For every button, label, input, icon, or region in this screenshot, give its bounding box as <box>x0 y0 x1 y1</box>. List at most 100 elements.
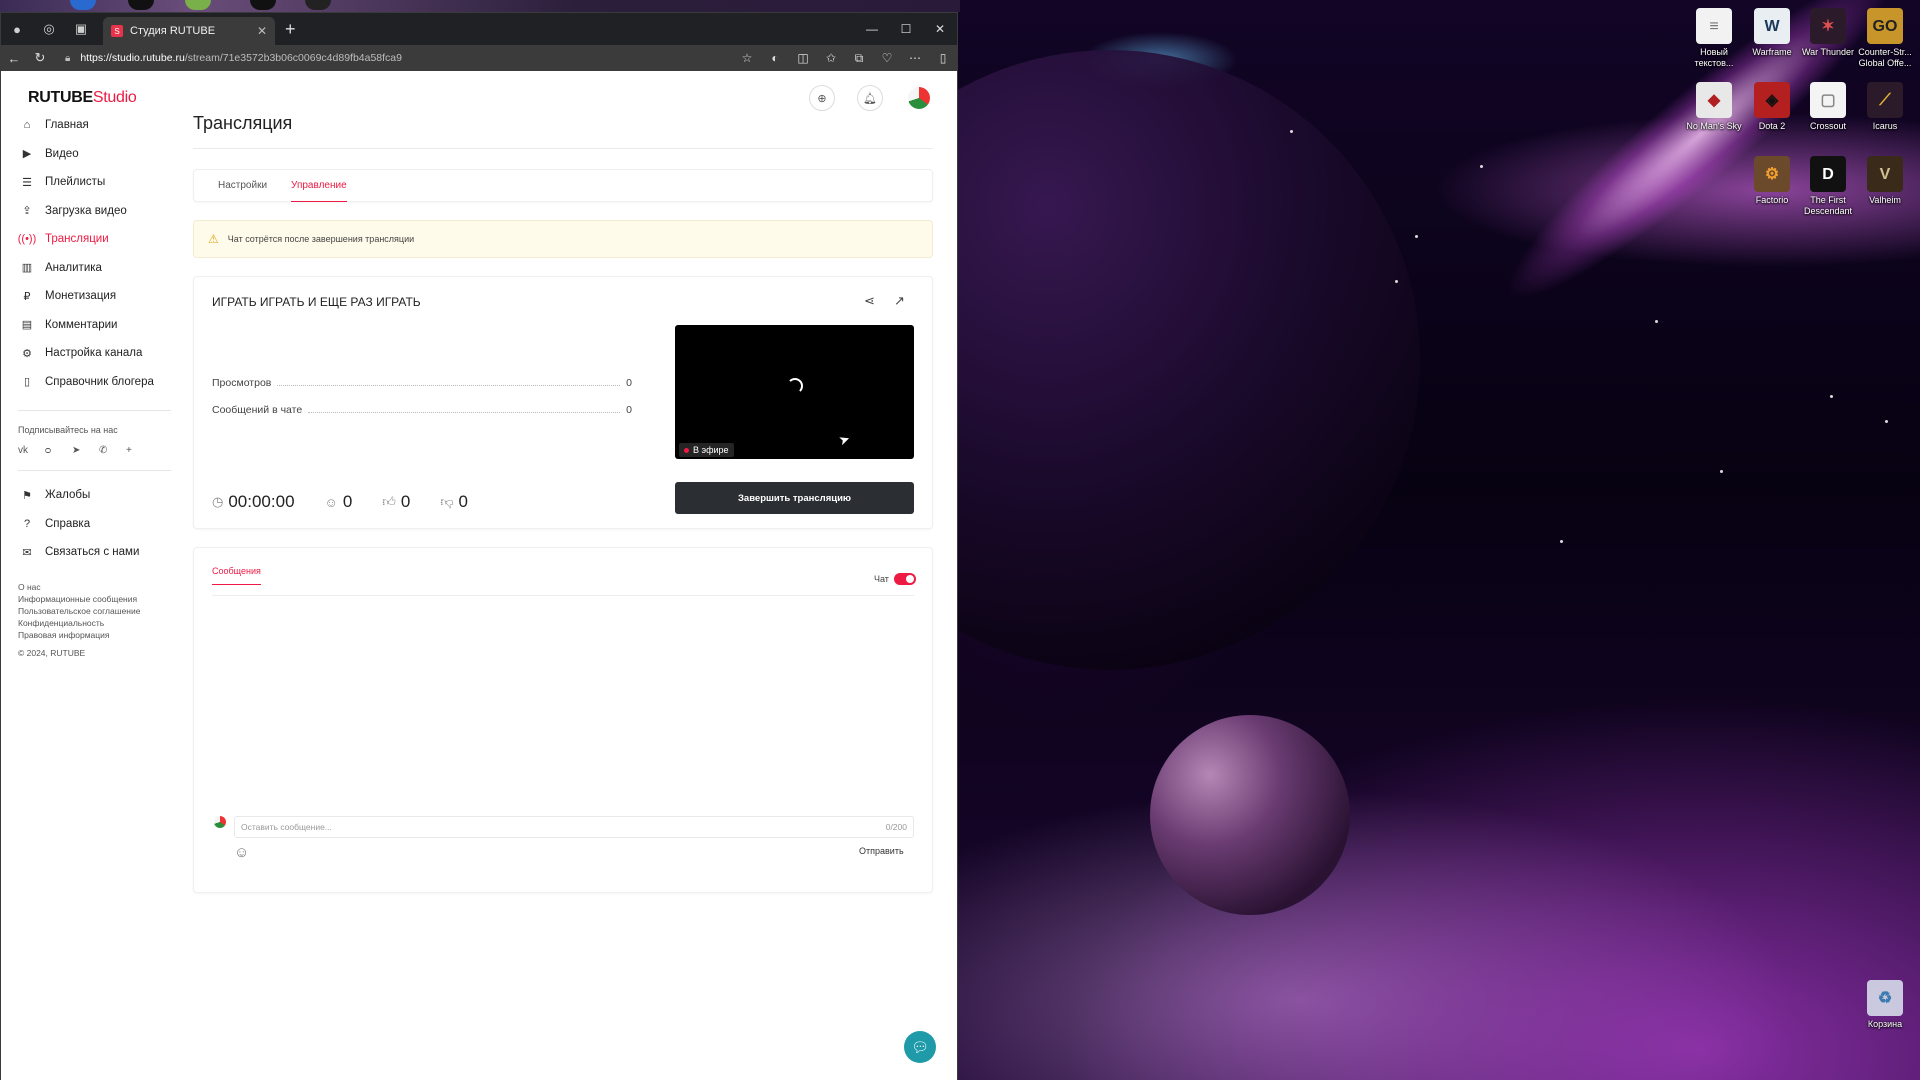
upload-icon: ⇪ <box>22 205 32 218</box>
comments-icon: ▤ <box>21 319 33 332</box>
chat-divider <box>212 595 914 596</box>
back-icon[interactable]: ← <box>1 51 27 66</box>
loading-spinner-icon <box>787 378 803 394</box>
sidebar-item-complaints[interactable]: ⚑ Жалобы <box>1 481 179 510</box>
ok-icon[interactable]: ᴑ <box>45 445 72 456</box>
user-avatar[interactable] <box>908 87 930 109</box>
csgo-icon: GO <box>1867 8 1903 44</box>
sidebar-item-playlists[interactable]: ☰ Плейлисты <box>1 168 179 197</box>
live-badge: В эфире <box>679 443 734 457</box>
desktop-icon-icarus[interactable]: ⟋ Icarus <box>1855 82 1915 132</box>
extension-icon[interactable]: ◐ <box>761 51 789 66</box>
new-tab-button[interactable]: + <box>285 19 296 40</box>
dota2-icon: ◈ <box>1754 82 1790 118</box>
open-external-icon[interactable]: ↗ <box>894 293 905 309</box>
telegram-icon[interactable]: ➤ <box>72 445 99 456</box>
rutube-studio-logo[interactable]: RUTUBEStudio <box>28 89 137 107</box>
split-screen-icon[interactable]: ◫ <box>789 51 817 66</box>
war-thunder-icon: ✶ <box>1810 8 1846 44</box>
desktop-icon-war-thunder[interactable]: ✶ War Thunder <box>1798 8 1858 58</box>
sidebar-toggle-icon[interactable]: ▯ <box>929 51 957 66</box>
desktop-icon-warframe[interactable]: W Warframe <box>1742 8 1802 58</box>
more-icon[interactable]: ⋯ <box>901 51 929 66</box>
sidebar: ⌂ Главная ▶ Видео ☰ Плейлисты ⇪ Загрузка вид… <box>1 111 179 659</box>
footer-link-privacy[interactable]: Конфиденциальность <box>18 617 179 629</box>
lock-icon: 🔒︎ <box>65 52 71 64</box>
footer-link-about[interactable]: О нас <box>18 581 179 593</box>
footer-link-legal[interactable]: Правовая информация <box>18 629 179 641</box>
footer-link-terms[interactable]: Пользовательское соглашение <box>18 605 179 617</box>
desktop-icon-dota2[interactable]: ◈ Dota 2 <box>1742 82 1802 132</box>
live-dot-icon <box>684 447 689 453</box>
sidebar-item-monetization[interactable]: ₽ Монетизация <box>1 282 179 311</box>
desktop-icon-new-text[interactable]: ≡ Новый текстов... <box>1684 8 1744 69</box>
create-button[interactable]: ⊕ <box>809 85 835 111</box>
flag-icon: ⚑ <box>22 489 32 502</box>
plus-icon[interactable]: + <box>126 445 153 456</box>
send-button[interactable]: Отправить <box>859 846 904 856</box>
desktop-icon-recycle-bin[interactable]: ♻ Корзина <box>1855 980 1915 1030</box>
desktop-icon-valheim[interactable]: V Valheim <box>1855 156 1915 206</box>
sidebar-item-handbook[interactable]: ▯ Справочник блогера <box>1 368 179 397</box>
clock-icon: ◷ <box>212 494 224 509</box>
tab-actions-icon[interactable]: ▣ <box>65 13 97 45</box>
main-content: Трансляция Настройки Управление ⚠ Чат со… <box>193 113 933 893</box>
share-icon[interactable]: ⋖ <box>864 293 875 309</box>
tab-management[interactable]: Управление <box>291 169 347 202</box>
bell-icon: 🔔︎ <box>863 92 877 105</box>
footer-link-info[interactable]: Информационные сообщения <box>18 593 179 605</box>
desktop-icon-no-mans-sky[interactable]: ◆ No Man's Sky <box>1684 82 1744 132</box>
sidebar-item-help[interactable]: ? Справка <box>1 510 179 539</box>
desktop-icon-csgo[interactable]: GO Counter-Str... Global Offe... <box>1855 8 1915 69</box>
sidebar-item-upload[interactable]: ⇪ Загрузка видео <box>1 197 179 226</box>
sidebar-item-contact[interactable]: ✉ Связаться с нами <box>1 538 179 567</box>
channel-settings-icon: ⚙ <box>22 347 32 360</box>
workspaces-icon[interactable]: ◎ <box>33 13 65 45</box>
close-window-icon[interactable]: ✕ <box>923 22 957 36</box>
first-descendant-icon: D <box>1810 156 1846 192</box>
views-stat: Просмотров 0 <box>212 377 632 389</box>
chat-message-input[interactable]: Оставить сообщение... 0/200 <box>234 816 914 838</box>
reload-icon[interactable]: ↻ <box>27 50 53 66</box>
video-icon: ▶ <box>22 148 32 161</box>
profile-icon[interactable]: ● <box>1 13 33 45</box>
chat-toggle[interactable] <box>894 573 916 585</box>
sidebar-divider <box>18 470 171 471</box>
vk-icon[interactable]: vk <box>18 445 45 456</box>
sidebar-item-home[interactable]: ⌂ Главная <box>1 111 179 140</box>
sidebar-item-video[interactable]: ▶ Видео <box>1 140 179 169</box>
close-tab-icon[interactable]: ✕ <box>257 24 267 38</box>
emoji-icon[interactable]: ☺ <box>234 844 249 861</box>
end-stream-button[interactable]: Завершить трансляцию <box>675 482 914 514</box>
maximize-icon[interactable]: ☐ <box>889 22 923 36</box>
sidebar-item-channel-settings[interactable]: ⚙ Настройка канала <box>1 339 179 368</box>
analytics-icon: ▥ <box>21 262 33 275</box>
browser-tab-active[interactable]: S Студия RUTUBE ✕ <box>103 17 275 45</box>
support-chat-button[interactable]: 💬︎ <box>904 1031 936 1063</box>
stream-preview-player[interactable]: ➤ В эфире <box>675 325 914 459</box>
notifications-button[interactable]: 🔔︎ <box>857 85 883 111</box>
viber-icon[interactable]: ✆ <box>99 445 126 456</box>
sidebar-item-analytics[interactable]: ▥ Аналитика <box>1 254 179 283</box>
valheim-icon: V <box>1867 156 1903 192</box>
minimize-icon[interactable]: — <box>855 22 889 36</box>
favorite-star-icon[interactable]: ☆ <box>733 51 761 66</box>
desktop-icon-first-descendant[interactable]: D The First Descendant <box>1798 156 1858 217</box>
rutube-studio-app: RUTUBEStudio ⊕ 🔔︎ ⌂ Главная ▶ Видео ☰ Плейл… <box>1 71 957 1080</box>
url-field[interactable]: 🔒︎ https://studio.rutube.ru/stream/71e35… <box>65 52 685 64</box>
desktop-icon-crossout[interactable]: ▢ Crossout <box>1798 82 1858 132</box>
mouse-cursor-icon: ➤ <box>836 430 852 449</box>
browser-essentials-icon[interactable]: ♡ <box>873 51 901 66</box>
desktop-icon-factorio[interactable]: ⚙ Factorio <box>1742 156 1802 206</box>
browser-window: ● ◎ ▣ S Студия RUTUBE ✕ + — ☐ ✕ ← ↻ 🔒︎ h… <box>0 12 958 1080</box>
sidebar-item-broadcasts[interactable]: ((•)) Трансляции <box>1 225 179 254</box>
tab-messages[interactable]: Сообщения <box>212 566 261 585</box>
viewer-icon: ☺ <box>324 494 338 510</box>
support-chat-icon: 💬︎ <box>911 1038 929 1055</box>
favorites-icon[interactable]: ✩ <box>817 51 845 66</box>
handbook-icon: ▯ <box>23 376 31 389</box>
collections-icon[interactable]: ⧉ <box>845 51 873 66</box>
tab-settings[interactable]: Настройки <box>218 169 267 202</box>
help-icon: ? <box>23 517 31 530</box>
sidebar-item-comments[interactable]: ▤ Комментарии <box>1 311 179 340</box>
